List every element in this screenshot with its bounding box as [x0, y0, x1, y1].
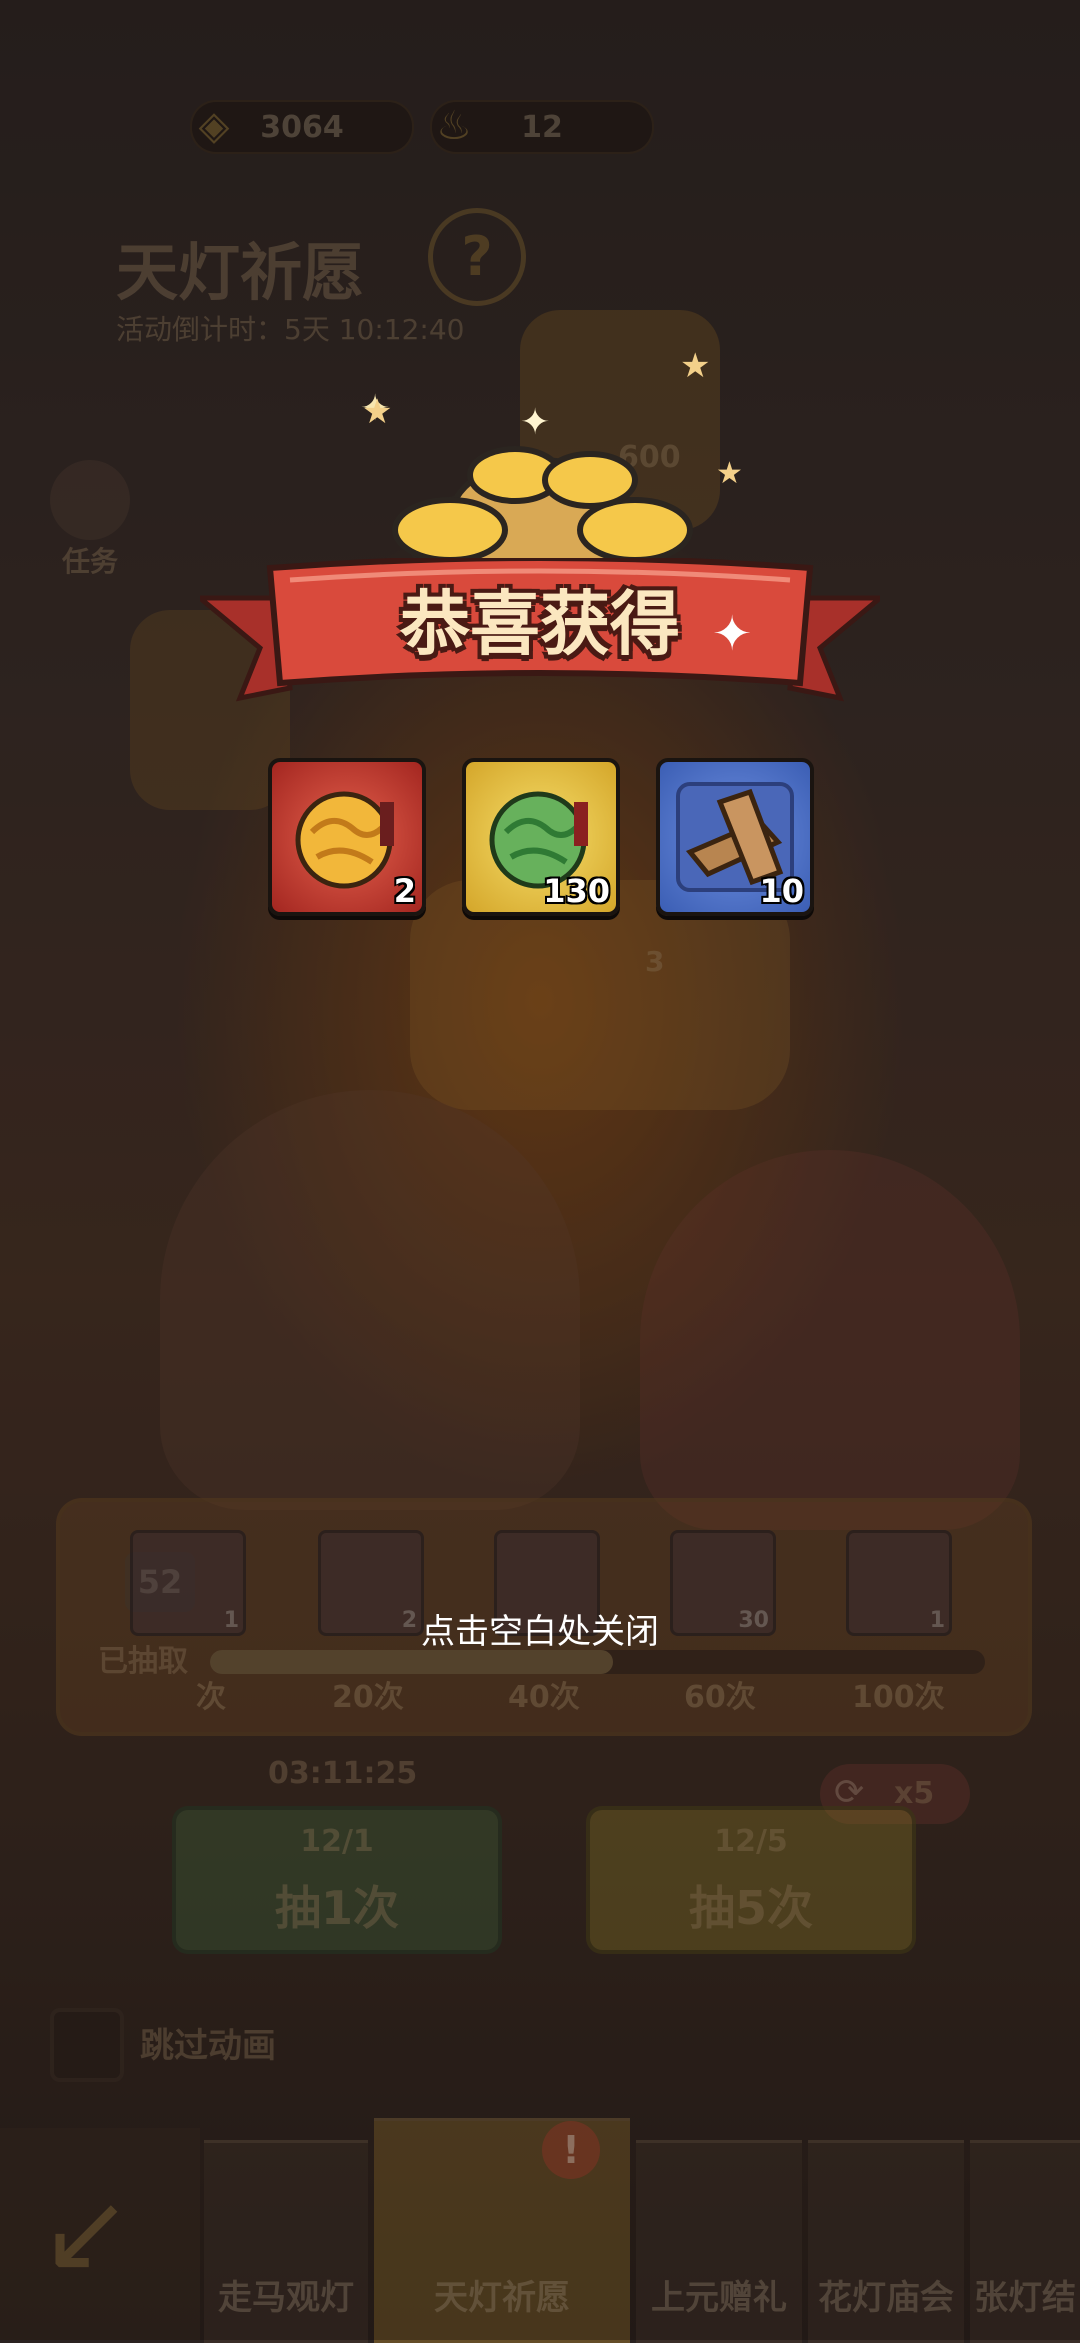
reward-count: 2	[393, 872, 416, 910]
sparkle-icon: ✦	[520, 402, 551, 443]
reward-count: 10	[759, 872, 804, 910]
reward-item-wood[interactable]: 10	[656, 758, 814, 916]
reward-count: 130	[543, 872, 610, 910]
reward-item-jade-orb[interactable]: 130	[462, 758, 620, 916]
popup-title: 恭喜获得	[400, 583, 680, 665]
star-icon: ★	[680, 346, 711, 386]
star-icon: ★	[362, 392, 393, 432]
star-icon: ★	[716, 456, 743, 491]
sparkle-icon: ✦	[712, 606, 753, 662]
modal-overlay[interactable]	[0, 0, 1080, 2340]
reward-item-gold-orb[interactable]: 2	[268, 758, 426, 916]
close-hint[interactable]: 点击空白处关闭	[0, 1604, 1080, 1653]
